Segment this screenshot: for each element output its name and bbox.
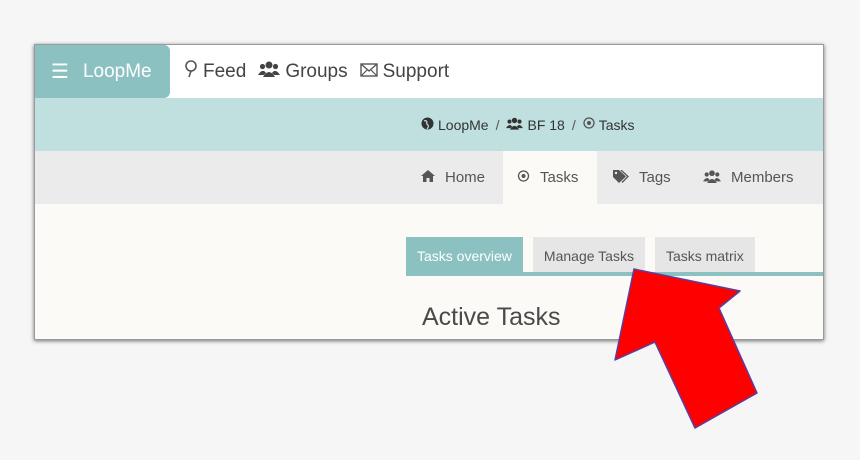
subtab-underline bbox=[406, 272, 823, 276]
users-icon bbox=[506, 117, 524, 133]
top-navbar: ☰ LoopMe Feed Groups Support bbox=[35, 45, 823, 98]
target-icon bbox=[583, 116, 595, 133]
tab-label: Home bbox=[445, 169, 486, 186]
nav-link-label: Groups bbox=[285, 60, 348, 82]
hamburger-icon: ☰ bbox=[51, 61, 69, 83]
breadcrumb-item-tasks[interactable]: Tasks bbox=[599, 117, 635, 133]
users-icon bbox=[258, 61, 281, 82]
subtab-tasks-matrix[interactable]: Tasks matrix bbox=[654, 237, 755, 274]
brand-menu-button[interactable]: ☰ LoopMe bbox=[35, 45, 170, 98]
envelope-icon bbox=[359, 62, 378, 82]
breadcrumb: LoopMe / BF 18 / Tasks bbox=[421, 117, 635, 133]
subtab-bar: Tasks overview Manage Tasks Tasks matrix bbox=[406, 237, 765, 274]
section-nav: Home Tasks Tags Members bbox=[35, 151, 823, 204]
breadcrumb-item-bf18[interactable]: BF 18 bbox=[527, 117, 564, 133]
subtab-manage-tasks[interactable]: Manage Tasks bbox=[532, 237, 645, 274]
subtab-tasks-overview[interactable]: Tasks overview bbox=[406, 237, 523, 274]
nav-link-feed[interactable]: Feed bbox=[184, 60, 246, 83]
tab-tasks[interactable]: Tasks bbox=[503, 151, 597, 204]
breadcrumb-bar: LoopMe / BF 18 / Tasks bbox=[35, 98, 823, 151]
home-icon bbox=[421, 170, 435, 185]
breadcrumb-item-loopme[interactable]: LoopMe bbox=[438, 117, 489, 133]
breadcrumb-separator: / bbox=[495, 116, 500, 133]
tab-label: Tags bbox=[639, 169, 671, 186]
tab-label: Members bbox=[731, 169, 794, 186]
map-pin-icon bbox=[184, 60, 198, 83]
breadcrumb-separator: / bbox=[571, 116, 576, 133]
page-title: Active Tasks bbox=[422, 303, 561, 331]
brand-label: LoopMe bbox=[82, 60, 152, 82]
nav-link-label: Feed bbox=[203, 60, 247, 82]
users-icon bbox=[703, 169, 721, 186]
tab-tags[interactable]: Tags bbox=[599, 151, 685, 204]
globe-icon bbox=[421, 117, 434, 133]
tab-label: Tasks bbox=[540, 169, 579, 186]
nav-link-groups[interactable]: Groups bbox=[258, 60, 348, 83]
nav-link-support[interactable]: Support bbox=[359, 60, 450, 83]
target-icon bbox=[517, 169, 530, 186]
nav-link-label: Support bbox=[382, 60, 450, 82]
tab-home[interactable]: Home bbox=[407, 151, 499, 204]
tags-icon bbox=[613, 169, 629, 186]
app-window: ☰ LoopMe Feed Groups Support LoopMe / BF… bbox=[34, 44, 824, 340]
tab-members[interactable]: Members bbox=[689, 151, 808, 204]
